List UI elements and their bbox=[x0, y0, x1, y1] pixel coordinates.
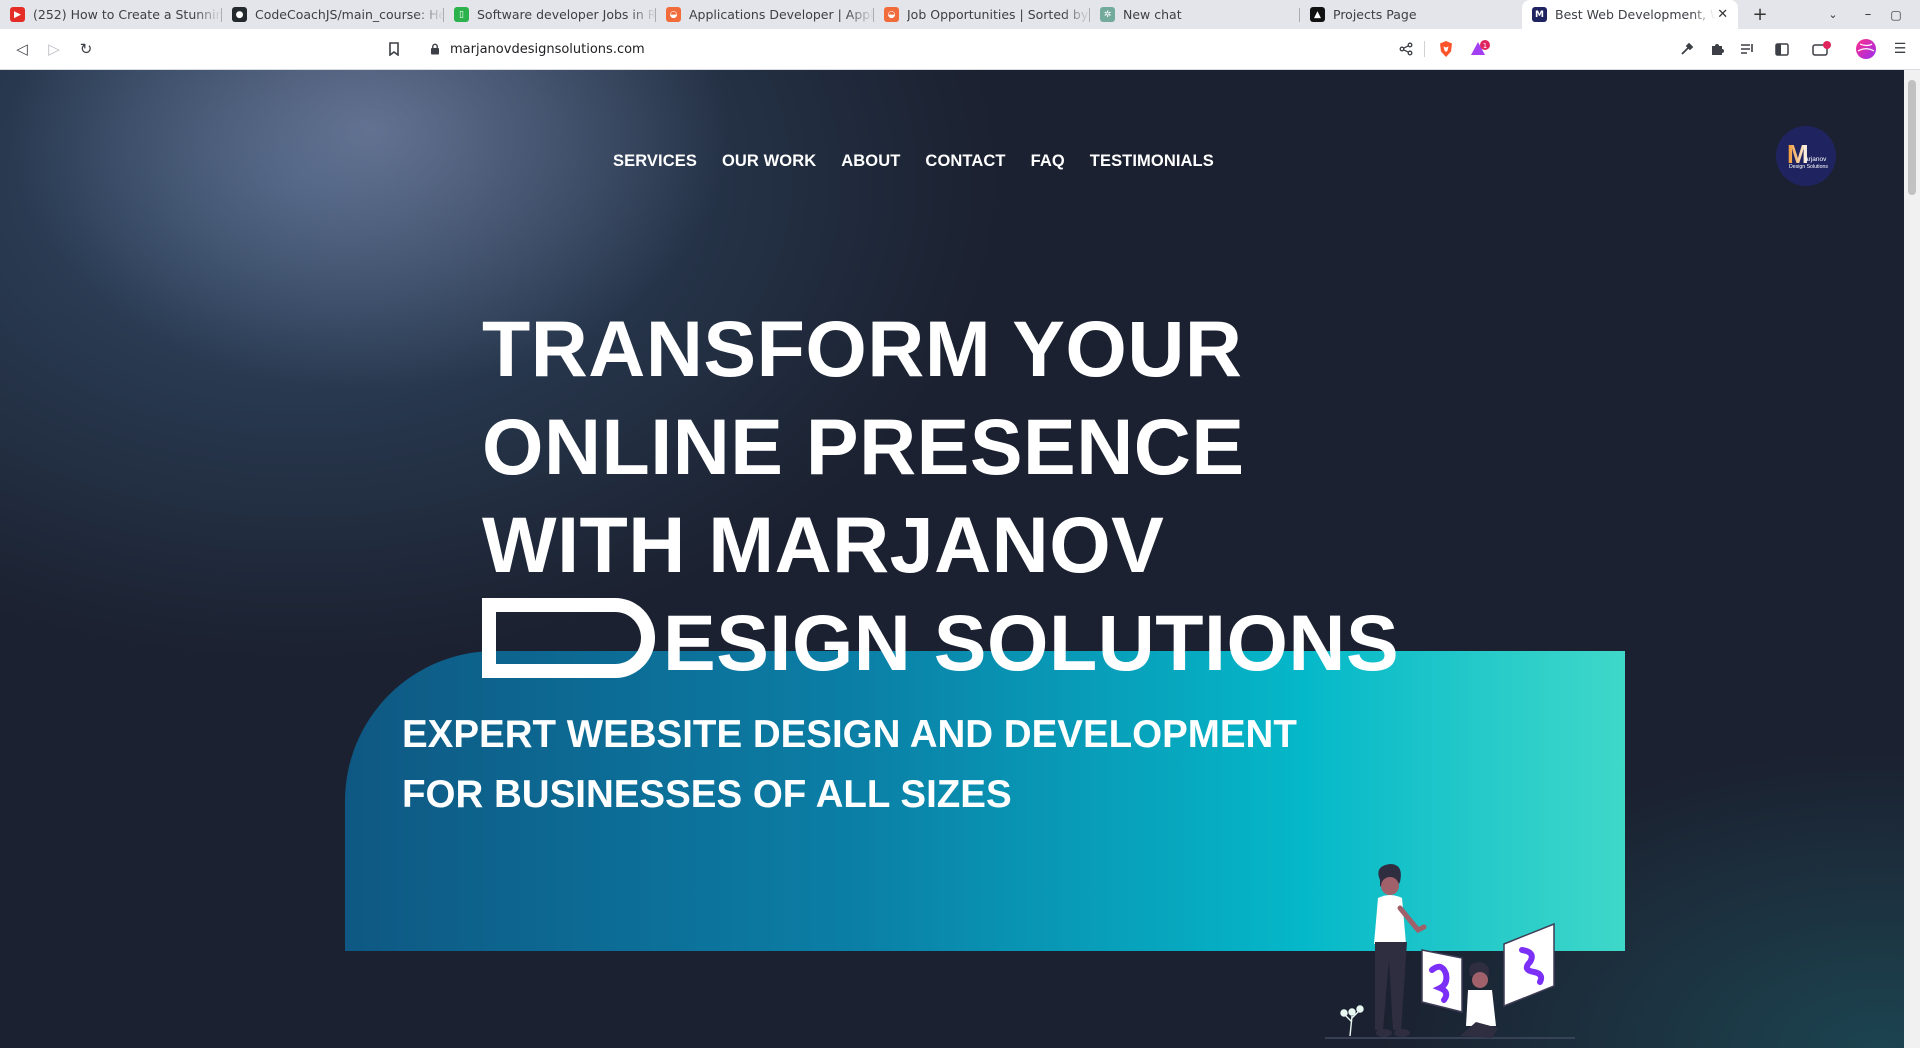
design-card-right bbox=[1503, 922, 1555, 1008]
eyedropper-icon[interactable] bbox=[1673, 29, 1701, 69]
browser-tab[interactable]: ● CodeCoachJS/main_course: He bbox=[222, 0, 444, 29]
hero-line-1: TRANSFORM YOUR bbox=[482, 304, 1243, 393]
browser-tab[interactable]: ✲ New chat bbox=[1090, 0, 1300, 29]
logo-mark: M arjanov Design Solutions bbox=[1787, 139, 1828, 170]
nav-link-contact[interactable]: CONTACT bbox=[925, 152, 1005, 171]
main-navigation: SERVICES OUR WORK ABOUT CONTACT FAQ TEST… bbox=[613, 152, 1239, 171]
url-text: marjanovdesignsolutions.com bbox=[450, 41, 645, 57]
lock-icon bbox=[430, 43, 440, 55]
child-figure bbox=[1460, 962, 1498, 1038]
tab-search-chevron-icon[interactable]: ⌄ bbox=[1823, 0, 1843, 29]
jobsite-icon: ◒ bbox=[666, 7, 681, 22]
woman-figure bbox=[1374, 864, 1427, 1037]
hero-illustration bbox=[1325, 864, 1575, 1039]
forward-arrow-icon[interactable]: ▷ bbox=[40, 29, 68, 69]
new-tab-button[interactable]: + bbox=[1748, 0, 1772, 29]
wallet-icon[interactable] bbox=[1808, 29, 1836, 69]
design-card-left bbox=[1421, 949, 1463, 1013]
tab-title: CodeCoachJS/main_course: He bbox=[255, 7, 444, 22]
nav-link-about[interactable]: ABOUT bbox=[841, 152, 900, 171]
brave-rewards-icon[interactable]: 1 bbox=[1466, 29, 1494, 69]
nav-link-testimonials[interactable]: TESTIMONIALS bbox=[1090, 152, 1214, 171]
tab-title: New chat bbox=[1123, 7, 1182, 22]
browser-tab[interactable]: ◒ Job Opportunities | Sorted by bbox=[874, 0, 1090, 29]
document-icon: ▯ bbox=[454, 7, 469, 22]
web-page: SERVICES OUR WORK ABOUT CONTACT FAQ TEST… bbox=[0, 70, 1904, 1048]
projects-icon: ▲ bbox=[1310, 7, 1325, 22]
tab-title: (252) How to Create a Stunning bbox=[33, 7, 222, 22]
brave-shields-icon[interactable] bbox=[1432, 29, 1460, 69]
logo-line2: Design Solutions bbox=[1789, 164, 1828, 170]
chatgpt-icon: ✲ bbox=[1100, 7, 1115, 22]
back-arrow-icon[interactable]: ◁ bbox=[8, 29, 36, 69]
jobsite-icon: ◒ bbox=[884, 7, 899, 22]
browser-tab[interactable]: ▲ Projects Page bbox=[1300, 0, 1522, 29]
address-bar[interactable]: marjanovdesignsolutions.com bbox=[416, 33, 1496, 65]
plant-icon bbox=[1340, 1005, 1364, 1037]
bookmark-icon[interactable] bbox=[380, 29, 408, 69]
hero-subtitle-line-1: EXPERT WEBSITE DESIGN AND DEVELOPMENT bbox=[402, 713, 1297, 756]
github-icon: ● bbox=[232, 7, 247, 22]
share-icon[interactable] bbox=[1392, 29, 1420, 69]
profile-avatar-icon[interactable] bbox=[1852, 29, 1880, 69]
site-logo[interactable]: M arjanov Design Solutions bbox=[1776, 126, 1836, 186]
rewards-badge-count: 1 bbox=[1483, 42, 1487, 50]
hero-line-4: ESIGN SOLUTIONS bbox=[474, 594, 1442, 692]
reload-icon[interactable]: ↻ bbox=[72, 29, 100, 69]
hero-subtitle: EXPERT WEBSITE DESIGN AND DEVELOPMENT FO… bbox=[402, 705, 1382, 825]
toolbar-divider bbox=[1424, 41, 1425, 57]
hero-subtitle-line-2: FOR BUSINESSES OF ALL SIZES bbox=[402, 773, 1012, 816]
browser-tab[interactable]: ◒ Applications Developer | Apply bbox=[656, 0, 874, 29]
youtube-icon: ▶ bbox=[10, 7, 25, 22]
maximize-window-button[interactable]: ▢ bbox=[1886, 0, 1906, 29]
logo-line1: arjanov bbox=[1805, 156, 1827, 163]
scrollbar-thumb[interactable] bbox=[1908, 80, 1916, 195]
browser-tab[interactable]: ▯ Software developer Jobs in Re bbox=[444, 0, 656, 29]
tab-title: Projects Page bbox=[1333, 7, 1417, 22]
browser-menu-icon[interactable]: ☰ bbox=[1886, 29, 1914, 69]
tab-title: Best Web Development, We bbox=[1555, 7, 1716, 22]
sidebar-toggle-icon[interactable] bbox=[1768, 29, 1796, 69]
browser-tab[interactable]: ▶ (252) How to Create a Stunning bbox=[0, 0, 222, 29]
hero-line-2: ONLINE PRESENCE bbox=[482, 402, 1245, 491]
tab-title: Applications Developer | Apply bbox=[689, 7, 874, 22]
hero-line-4-word2: SOLUTIONS bbox=[933, 598, 1400, 687]
close-tab-icon[interactable]: ✕ bbox=[1715, 7, 1730, 22]
nav-link-our-work[interactable]: OUR WORK bbox=[722, 152, 816, 171]
tab-title: Job Opportunities | Sorted by bbox=[907, 7, 1089, 22]
browser-tab[interactable]: M Best Web Development, We ✕ bbox=[1522, 0, 1738, 29]
nav-link-services[interactable]: SERVICES bbox=[613, 152, 697, 171]
browser-toolbar: ◁ ▷ ↻ marjanovdesignsolutions.com 1 ☰ bbox=[0, 29, 1920, 70]
reading-list-icon[interactable] bbox=[1733, 29, 1761, 69]
marjanov-icon: M bbox=[1532, 7, 1547, 22]
extensions-puzzle-icon[interactable] bbox=[1703, 29, 1731, 69]
hero-line-3: WITH MARJANOV bbox=[482, 500, 1165, 589]
browser-tab-strip: ▶ (252) How to Create a Stunning ● CodeCoac… bbox=[0, 0, 1920, 29]
nav-link-faq[interactable]: FAQ bbox=[1031, 152, 1065, 171]
minimize-window-button[interactable]: – bbox=[1858, 0, 1878, 29]
page-scrollbar[interactable] bbox=[1904, 70, 1920, 1048]
hero-title: TRANSFORM YOUR ONLINE PRESENCE WITH MARJ… bbox=[482, 300, 1442, 692]
stylized-d-letter bbox=[482, 598, 655, 678]
hero-line-4-rest: ESIGN bbox=[663, 598, 912, 687]
tab-title: Software developer Jobs in Re bbox=[477, 7, 656, 22]
